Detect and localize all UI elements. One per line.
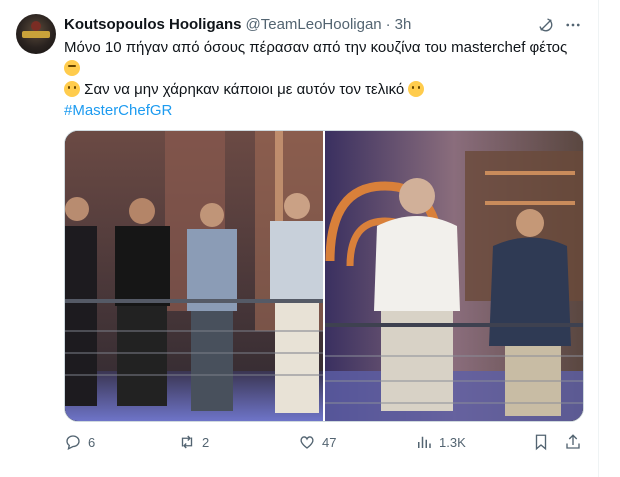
tweet-media[interactable] [64, 130, 584, 422]
share-icon [566, 434, 580, 449]
face-without-mouth-emoji [408, 81, 425, 97]
left-video-frame [65, 131, 323, 421]
author-handle[interactable]: @TeamLeoHooligan [246, 16, 382, 33]
retweet-button[interactable]: 2 [178, 430, 209, 454]
retweet-icon [181, 435, 193, 449]
bookmark-icon [535, 434, 547, 451]
more-icon[interactable] [564, 16, 582, 34]
grok-icon[interactable] [537, 16, 555, 34]
tweet-text-line-2: Σαν να μην χάρηκαν κάποιοι με αυτόν τον … [84, 81, 405, 98]
bookmark-button[interactable] [532, 430, 550, 454]
tweet-timestamp[interactable]: 3h [395, 16, 412, 33]
author-name[interactable]: Koutsopoulos Hooligans [64, 16, 242, 33]
retweet-count: 2 [202, 434, 210, 450]
like-icon [300, 436, 314, 449]
hashtag-row: #MasterChefGR [64, 100, 584, 121]
views-icon [418, 436, 431, 448]
views-button[interactable]: 1.3K [415, 430, 466, 454]
reply-icon [66, 435, 80, 450]
share-button[interactable] [564, 430, 582, 454]
tweet-text-line-1-emoji [64, 58, 584, 79]
right-video-frame [325, 131, 583, 421]
avatar-figure [31, 21, 41, 31]
views-count: 1.3K [439, 434, 466, 450]
tweet-header: Koutsopoulos Hooligans @TeamLeoHooligan … [64, 14, 411, 34]
tweet-card[interactable]: Koutsopoulos Hooligans @TeamLeoHooligan … [0, 0, 599, 477]
hashtag-link[interactable]: #MasterChefGR [64, 102, 172, 119]
avatar-logo-band [22, 31, 50, 38]
face-without-mouth-emoji [64, 81, 80, 97]
tweet-text-line-1: Μόνο 10 πήγαν από όσους πέρασαν από την … [64, 39, 568, 56]
tweet-text: Μόνο 10 πήγαν από όσους πέρασαν από την … [64, 37, 584, 121]
header-separator: · [385, 15, 391, 33]
like-button[interactable]: 47 [298, 430, 336, 454]
reply-count: 6 [88, 434, 96, 450]
action-bar: 6 2 47 1.3K [64, 430, 584, 454]
reply-button[interactable]: 6 [64, 430, 95, 454]
tweet-text-line-2-row: Σαν να μην χάρηκαν κάποιοι με αυτόν τον … [64, 79, 584, 100]
avatar[interactable] [16, 14, 56, 54]
thinking-face-emoji [64, 60, 80, 76]
like-count: 47 [322, 434, 337, 450]
